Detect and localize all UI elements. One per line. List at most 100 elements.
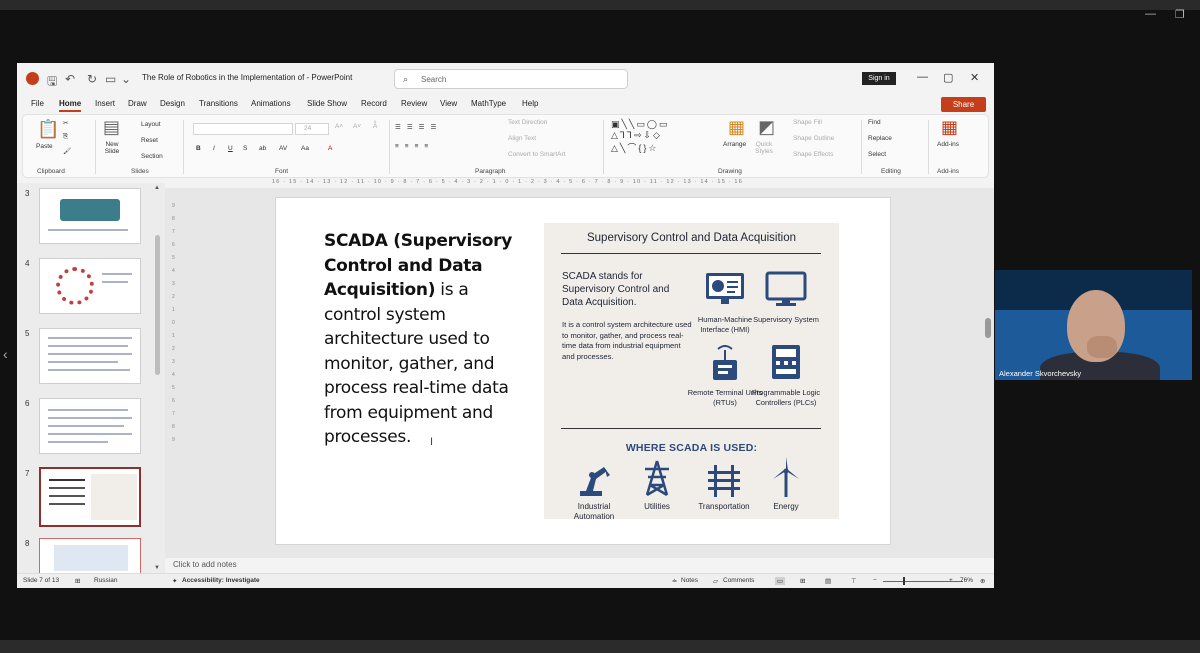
strikethrough-icon[interactable]: S: [243, 145, 247, 152]
notes-pane[interactable]: Click to add notes: [165, 558, 994, 572]
slide-thumbnail-6[interactable]: [39, 398, 141, 454]
tab-review[interactable]: Review: [401, 99, 427, 108]
change-case-icon[interactable]: Aa: [301, 145, 309, 152]
slide-thumbnail-5[interactable]: [39, 328, 141, 384]
zoom-level[interactable]: 76%: [960, 577, 973, 584]
search-input[interactable]: ⌕ Search: [394, 69, 628, 89]
thumbnail-scrollbar[interactable]: [155, 235, 160, 375]
scroll-down-icon[interactable]: ▼: [154, 565, 160, 571]
tab-design[interactable]: Design: [160, 99, 185, 108]
reading-view-icon[interactable]: ▤: [825, 577, 831, 585]
tab-slide-show[interactable]: Slide Show: [307, 99, 347, 108]
slideshow-view-icon[interactable]: ⊤: [851, 577, 857, 585]
arrange-icon[interactable]: ▦: [728, 117, 745, 138]
paste-button[interactable]: Paste: [36, 143, 53, 150]
comments-button[interactable]: Comments: [723, 577, 754, 584]
new-slide-button[interactable]: New Slide: [101, 141, 123, 155]
notes-button[interactable]: Notes: [681, 577, 698, 584]
addins-icon[interactable]: ▦: [941, 117, 958, 138]
zoom-in-icon[interactable]: +: [949, 577, 953, 584]
minimize-window-icon[interactable]: —: [917, 71, 928, 83]
tab-view[interactable]: View: [440, 99, 457, 108]
shape-fill-button[interactable]: Shape Fill: [793, 119, 822, 126]
bold-icon[interactable]: B: [196, 145, 201, 152]
customize-toolbar-icon[interactable]: ⌄: [121, 72, 131, 86]
increase-font-icon[interactable]: A˄: [335, 123, 343, 130]
save-icon[interactable]: 🖫: [47, 72, 57, 93]
reset-button[interactable]: Reset: [141, 137, 158, 144]
char-spacing-icon[interactable]: AV: [279, 145, 287, 152]
sign-in-button[interactable]: Sign in: [862, 72, 896, 85]
text-shadow-icon[interactable]: ab: [259, 145, 266, 152]
restore-icon[interactable]: ❐: [1175, 8, 1185, 21]
notes-icon[interactable]: ≐: [672, 577, 677, 585]
slide-thumbnail-7-selected[interactable]: [39, 467, 141, 527]
tab-transitions[interactable]: Transitions: [199, 99, 238, 108]
shape-effects-button[interactable]: Shape Effects: [793, 151, 833, 158]
tab-animations[interactable]: Animations: [251, 99, 291, 108]
font-size-dropdown[interactable]: 24: [295, 123, 329, 135]
replace-button[interactable]: Replace: [868, 135, 892, 142]
fit-slide-icon[interactable]: ⊕: [980, 577, 985, 585]
cut-icon[interactable]: ✂: [63, 119, 68, 127]
text-direction-button[interactable]: Text Direction: [508, 119, 547, 126]
present-icon[interactable]: ▭: [105, 72, 116, 86]
share-button[interactable]: Share: [941, 97, 986, 112]
normal-view-icon[interactable]: ▭: [775, 577, 786, 585]
format-painter-icon[interactable]: 🖌: [63, 147, 71, 155]
quick-styles-icon[interactable]: ◩: [758, 117, 775, 138]
accessibility-icon[interactable]: ✦: [172, 577, 177, 585]
paste-icon[interactable]: 📋: [37, 119, 59, 140]
current-slide[interactable]: SCADA (Supervisory Control and Data Acqu…: [275, 197, 891, 545]
maximize-window-icon[interactable]: ▢: [943, 71, 953, 84]
slide-sorter-icon[interactable]: ⊞: [800, 577, 805, 585]
list-icons[interactable]: ☰☰☰☰: [395, 123, 442, 131]
copy-icon[interactable]: ⎘: [63, 133, 68, 141]
redo-icon[interactable]: ↻: [87, 72, 97, 86]
layout-button[interactable]: Layout: [141, 121, 161, 128]
slide-scrollbar[interactable]: [985, 318, 991, 338]
font-name-dropdown[interactable]: [193, 123, 293, 135]
chevron-left-icon[interactable]: ‹: [3, 346, 8, 362]
tab-record[interactable]: Record: [361, 99, 387, 108]
zoom-slider-thumb[interactable]: [903, 577, 905, 585]
slide-thumbnail-3[interactable]: [39, 188, 141, 244]
find-button[interactable]: Find: [868, 119, 881, 126]
slide-body-text[interactable]: SCADA (Supervisory Control and Data Acqu…: [324, 229, 524, 450]
align-icons[interactable]: ≡≡≡≡: [395, 143, 434, 150]
zoom-out-icon[interactable]: −: [873, 577, 877, 584]
tab-help[interactable]: Help: [522, 99, 538, 108]
underline-icon[interactable]: U: [228, 145, 233, 152]
font-color-icon[interactable]: A: [328, 145, 332, 152]
undo-icon[interactable]: ↶: [65, 72, 75, 86]
spellcheck-icon[interactable]: ⊞: [75, 577, 80, 585]
tab-insert[interactable]: Insert: [95, 99, 115, 108]
tab-file[interactable]: File: [31, 99, 44, 108]
new-slide-icon[interactable]: ▤: [103, 117, 120, 138]
slide-thumbnail-4[interactable]: [39, 258, 141, 314]
comments-icon[interactable]: ▱: [713, 577, 718, 585]
convert-smartart-button[interactable]: Convert to SmartArt: [508, 151, 565, 158]
italic-icon[interactable]: I: [213, 145, 215, 152]
accessibility-status[interactable]: Accessibility: Investigate: [182, 577, 260, 584]
close-window-icon[interactable]: ✕: [970, 71, 979, 84]
scroll-up-icon[interactable]: ▲: [154, 185, 160, 191]
select-button[interactable]: Select: [868, 151, 886, 158]
clear-formatting-icon[interactable]: Aͯ: [373, 123, 377, 130]
addins-button[interactable]: Add-ins: [937, 141, 959, 148]
tab-home[interactable]: Home: [59, 99, 82, 112]
tab-draw[interactable]: Draw: [128, 99, 147, 108]
quick-styles-button[interactable]: Quick Styles: [753, 141, 775, 155]
align-text-button[interactable]: Align Text: [508, 135, 536, 142]
scada-infographic[interactable]: Supervisory Control and Data Acquisition…: [544, 223, 839, 519]
tab-mathtype[interactable]: MathType: [471, 99, 506, 108]
shapes-gallery[interactable]: ▣╲╲▭◯▭ △⅂⅂⇨⇩◇ △╲⌒{}☆: [611, 119, 669, 154]
decrease-font-icon[interactable]: A˅: [353, 123, 361, 130]
language-indicator[interactable]: Russian: [94, 577, 117, 584]
slide-thumbnail-8[interactable]: [39, 538, 141, 574]
shape-outline-button[interactable]: Shape Outline: [793, 135, 834, 142]
powerpoint-logo-icon: [26, 72, 39, 85]
minimize-icon[interactable]: —: [1145, 8, 1156, 20]
section-button[interactable]: Section: [141, 153, 163, 160]
arrange-button[interactable]: Arrange: [723, 141, 746, 148]
